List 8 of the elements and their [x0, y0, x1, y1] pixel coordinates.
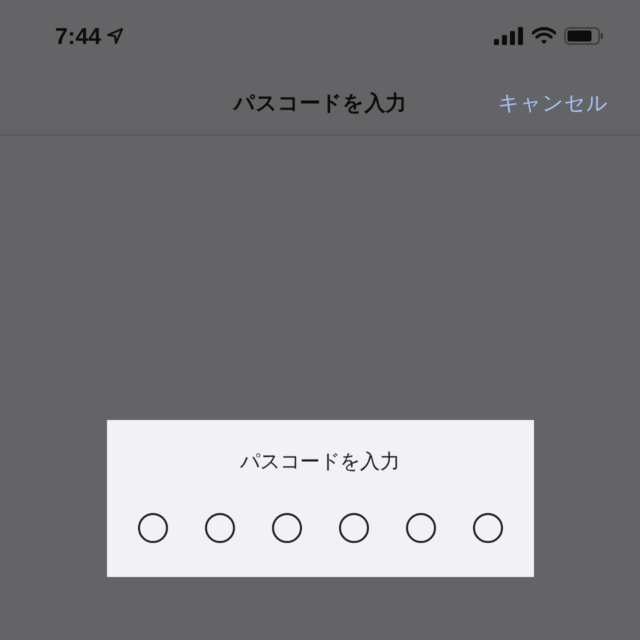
status-time: 7:44 — [55, 22, 102, 50]
nav-title: パスコードを入力 — [234, 90, 406, 117]
cancel-button[interactable]: キャンセル — [498, 89, 608, 117]
location-arrow-icon — [107, 28, 124, 44]
battery-icon — [564, 27, 604, 45]
signal-icon — [494, 27, 524, 45]
wifi-icon — [532, 27, 556, 45]
passcode-prompt: パスコードを入力 — [240, 448, 400, 475]
